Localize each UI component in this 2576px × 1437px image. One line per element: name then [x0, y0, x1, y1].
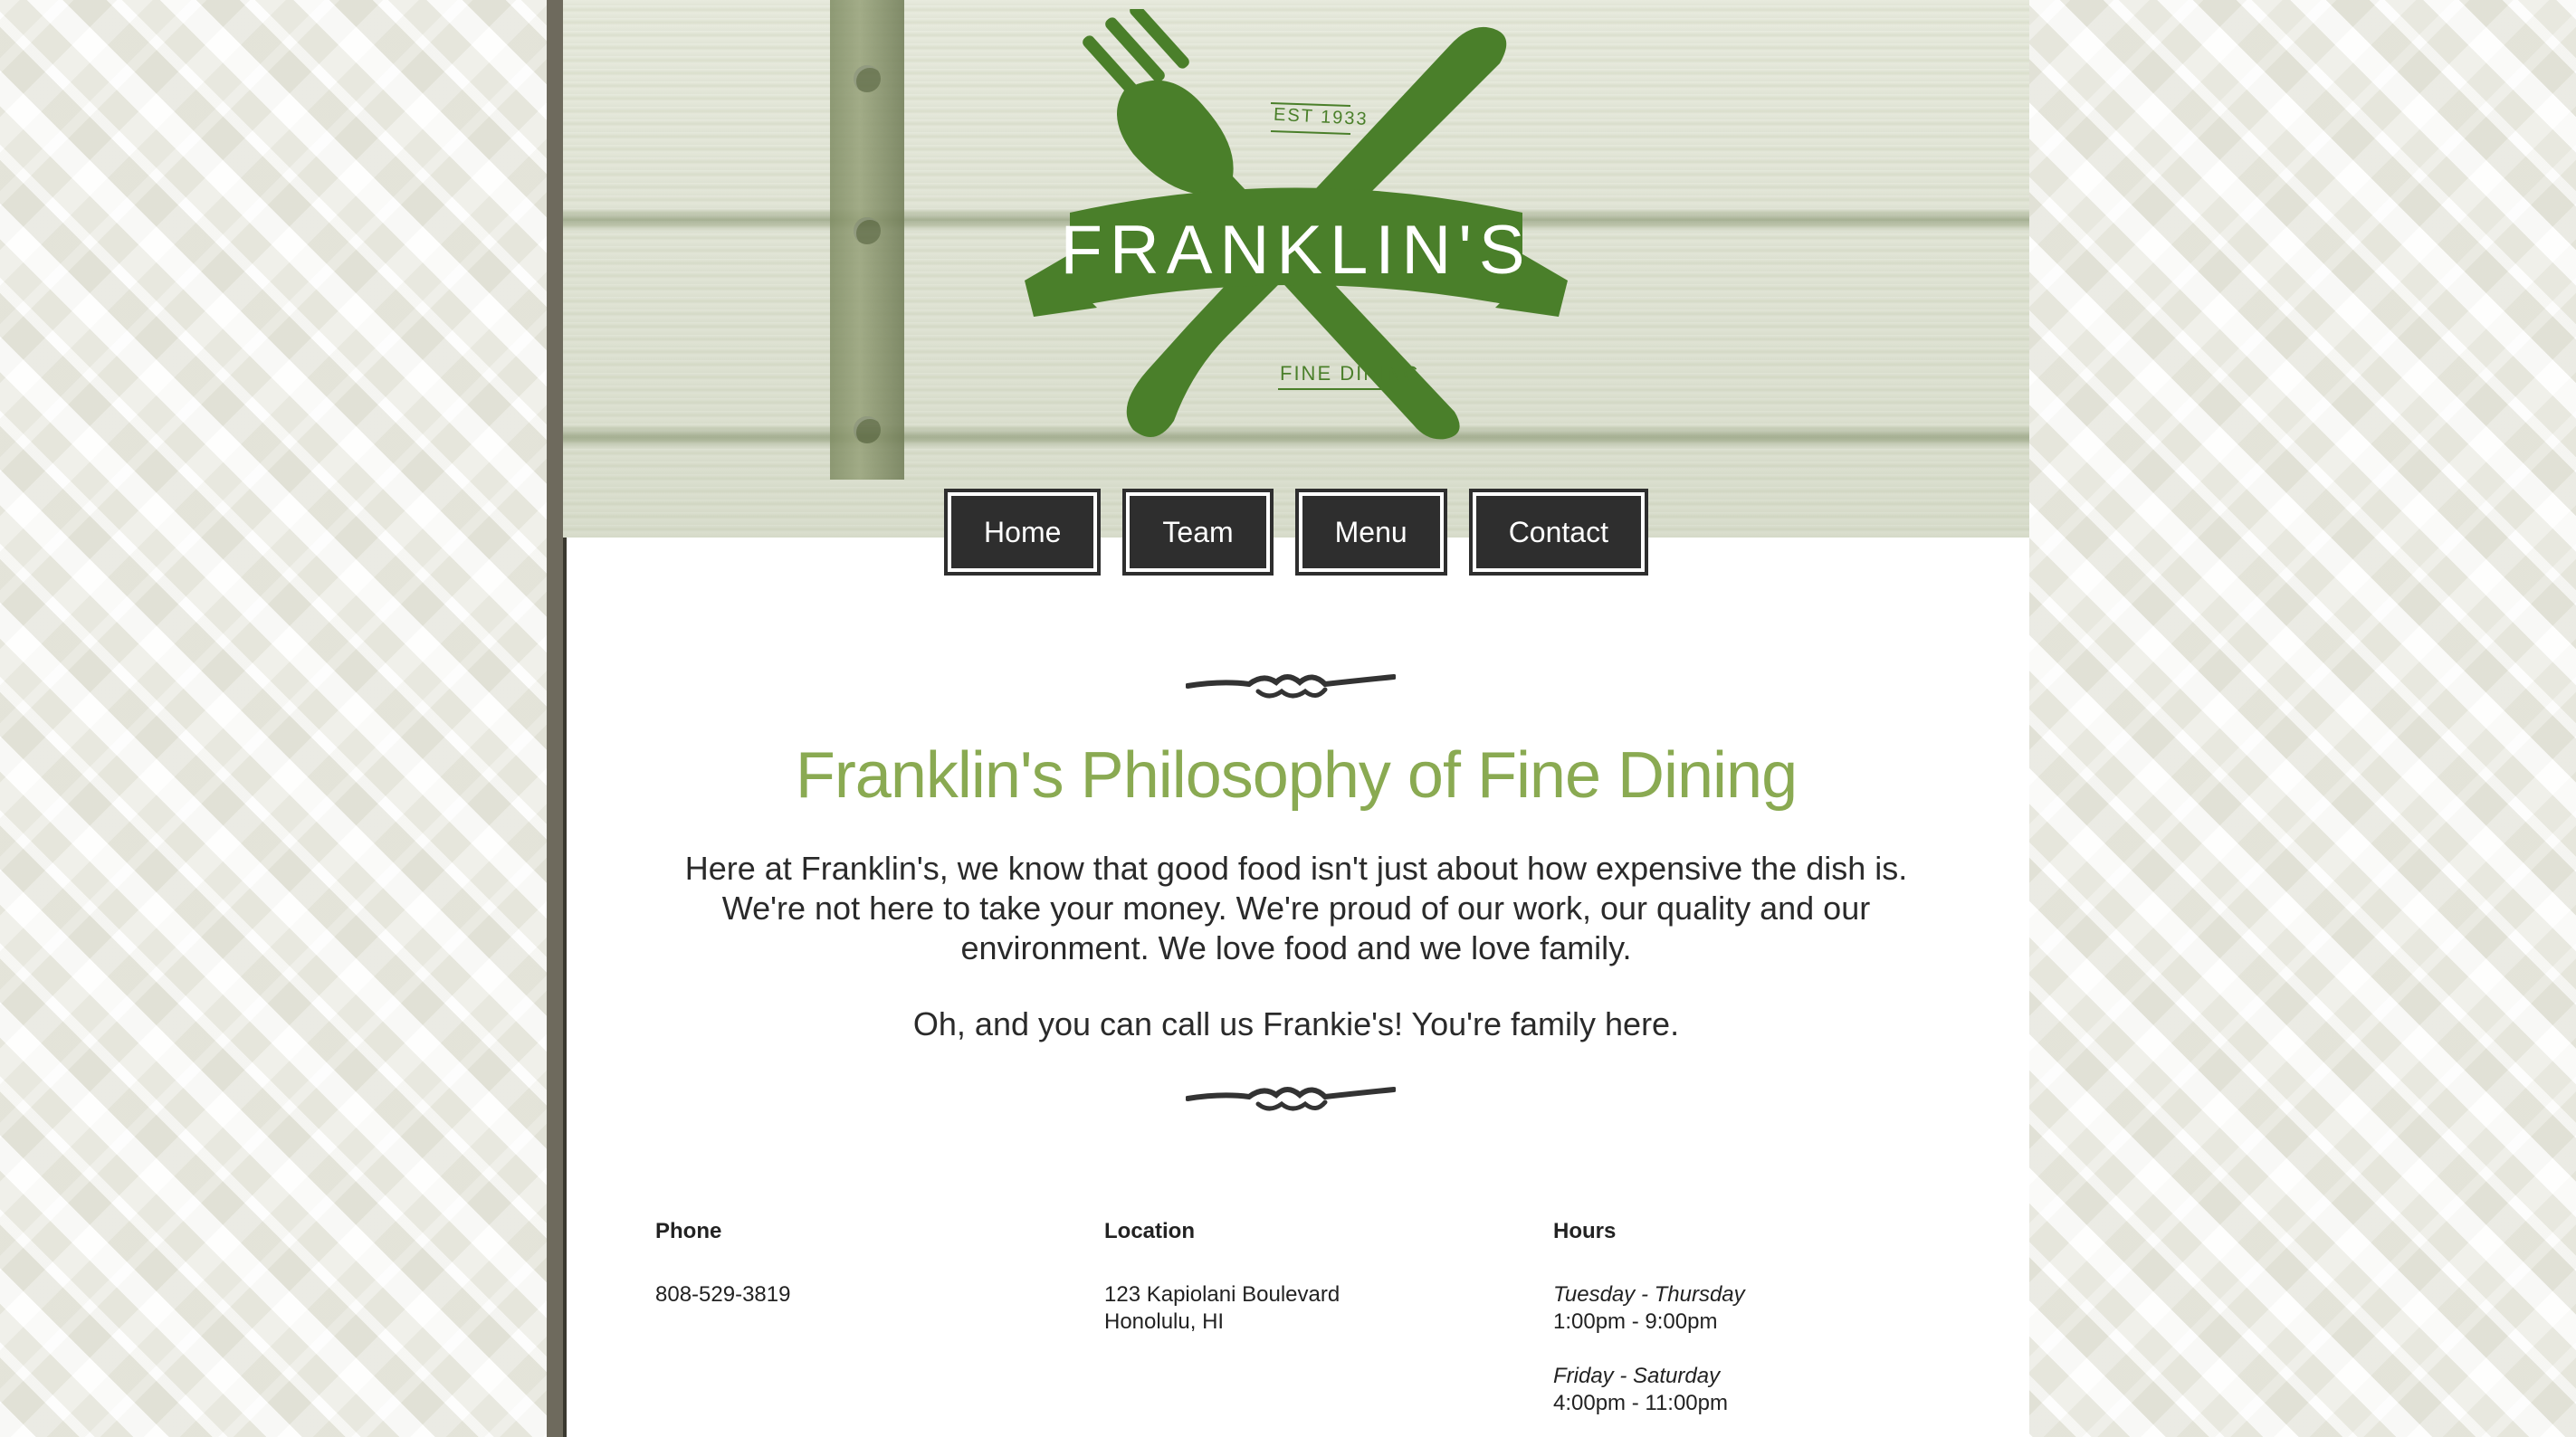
- hours-heading: Hours: [1553, 1219, 1617, 1243]
- hours-time: 1:00pm - 9:00pm: [1553, 1309, 1718, 1334]
- family-paragraph: Oh, and you can call us Frankie's! You'r…: [912, 1005, 1680, 1042]
- phone-section: Phone 808-529-3819: [655, 1218, 1054, 1309]
- phone-number[interactable]: 808-529-3819: [655, 1281, 1054, 1309]
- hours-time: 4:00pm - 11:00pm: [1553, 1391, 1728, 1415]
- rivet: [854, 217, 881, 244]
- location-section: Location 123 Kapiolani Boulevard Honolul…: [1104, 1218, 1503, 1336]
- phone-heading: Phone: [655, 1219, 722, 1243]
- hours-days: Tuesday - Thursday: [1553, 1282, 1745, 1307]
- nav-team-button[interactable]: Team: [1122, 489, 1274, 576]
- nav-home-button[interactable]: Home: [944, 489, 1102, 576]
- address-line-1: 123 Kapiolani Boulevard: [1104, 1282, 1340, 1307]
- main-navigation: Home Team Menu Contact: [563, 489, 2029, 576]
- nav-menu-button[interactable]: Menu: [1294, 489, 1447, 576]
- page-title: Franklin's Philosophy of Fine Dining: [795, 739, 1798, 812]
- flourish-divider: [1186, 1087, 1396, 1111]
- logo-tagline: FINE DINING: [1280, 362, 1420, 385]
- logo-name: FRANKLIN'S: [1060, 212, 1531, 289]
- location-heading: Location: [1104, 1219, 1195, 1243]
- intro-paragraph: Here at Franklin's, we know that good fo…: [684, 850, 1908, 966]
- hours-days: Friday - Saturday: [1553, 1364, 1721, 1388]
- franklins-logo: FRANKLIN'S EST 1933 FINE DINING: [1025, 9, 1568, 440]
- hero-banner: FRANKLIN'S EST 1933 FINE DINING: [563, 0, 2029, 538]
- nav-contact-button[interactable]: Contact: [1468, 489, 1648, 576]
- hours-section: Hours Tuesday - Thursday 1:00pm - 9:00pm…: [1553, 1218, 1951, 1417]
- page-container: FRANKLIN'S EST 1933 FINE DINING Home Tea…: [547, 0, 2029, 1437]
- address-line-2: Honolulu, HI: [1104, 1309, 1225, 1334]
- logo-established: EST 1933: [1274, 105, 1369, 129]
- rivet: [854, 65, 881, 92]
- wood-strap: [830, 0, 904, 480]
- rivet: [854, 416, 881, 443]
- flourish-divider: [1186, 674, 1396, 699]
